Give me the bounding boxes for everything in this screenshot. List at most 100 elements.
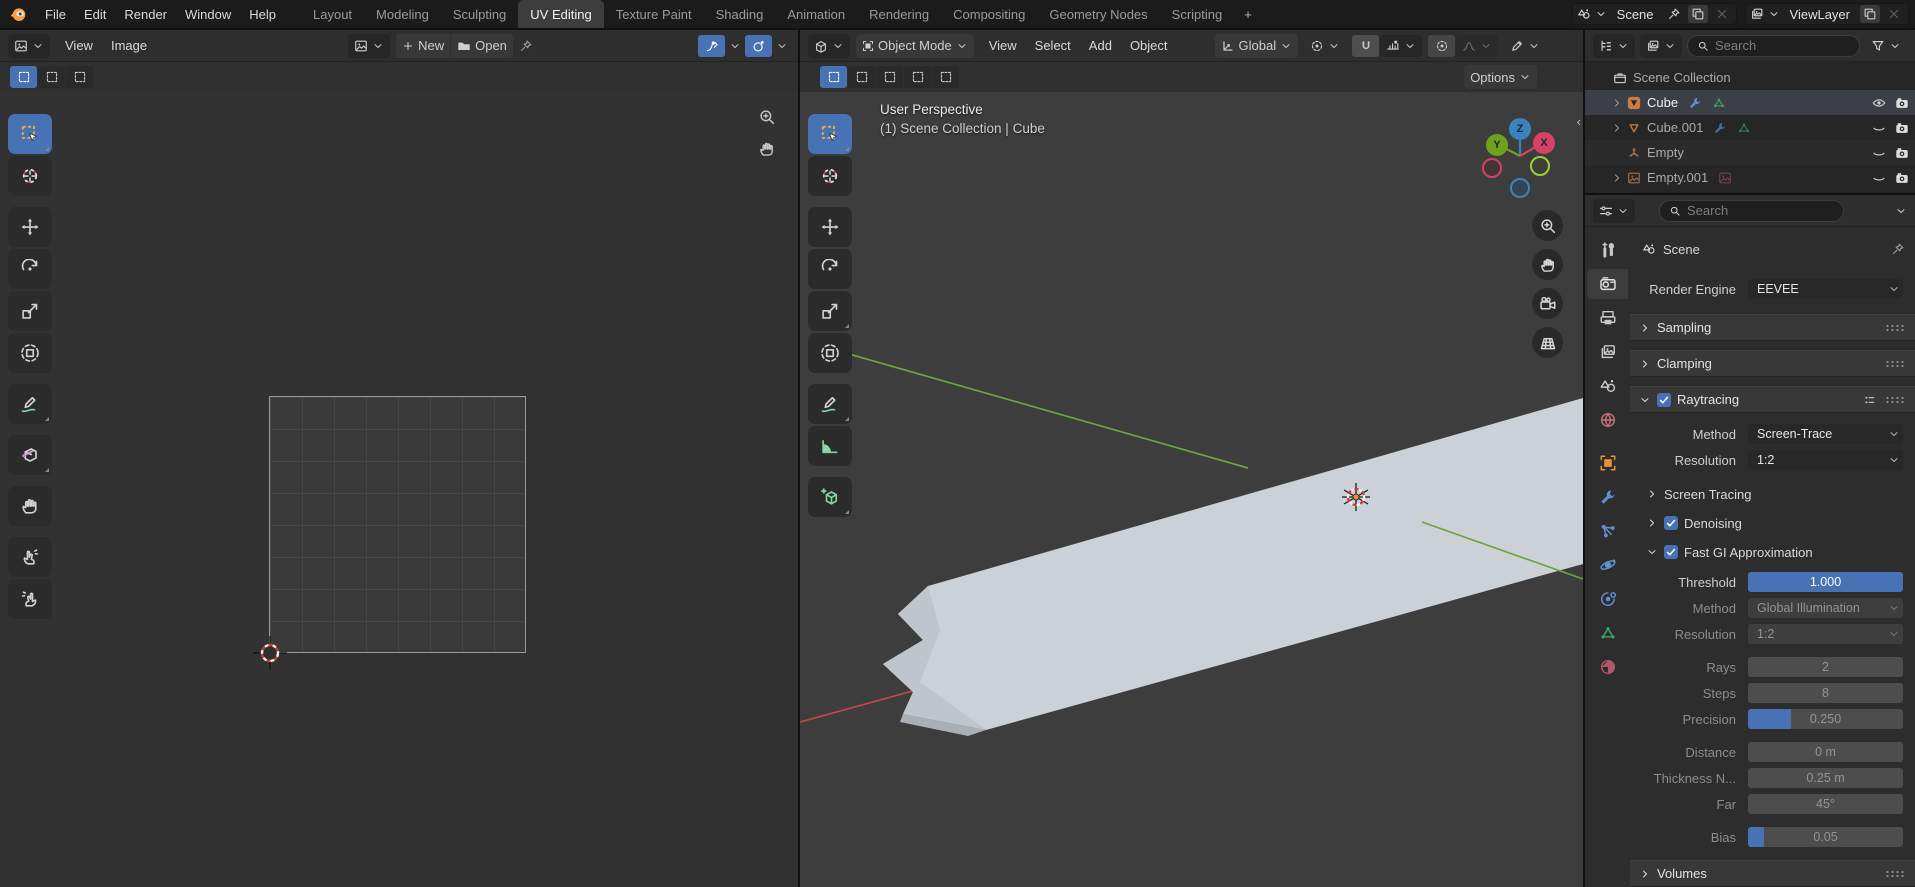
outliner-search[interactable]	[1687, 35, 1860, 57]
workspace-tab-shading[interactable]: Shading	[704, 0, 776, 28]
render-engine-dropdown[interactable]: EEVEE	[1748, 279, 1903, 299]
viewport-select-mode-subtract[interactable]	[876, 66, 903, 88]
viewport-tool-rotate[interactable]	[808, 249, 852, 289]
viewport-tool-measure[interactable]	[808, 426, 852, 466]
expand-arrow-icon[interactable]	[1610, 97, 1624, 109]
eye-closed-icon[interactable]	[1872, 171, 1886, 185]
editor-type-button[interactable]	[1593, 34, 1635, 58]
menu-edit[interactable]: Edit	[75, 3, 115, 26]
raytracing-resolution-dropdown[interactable]: 1:2	[1748, 450, 1903, 470]
panel-sampling[interactable]: Sampling	[1630, 314, 1915, 341]
gizmo-axis-z-neg[interactable]	[1510, 178, 1530, 198]
zoom-icon[interactable]	[1532, 210, 1563, 241]
viewport-select-mode-invert[interactable]	[904, 66, 931, 88]
eye-closed-icon[interactable]	[1872, 146, 1886, 160]
editor-type-button[interactable]	[808, 34, 850, 58]
uv-menu-image[interactable]: Image	[102, 34, 156, 57]
falloff-dropdown[interactable]	[1456, 35, 1498, 57]
camera-view-icon[interactable]	[1532, 288, 1563, 319]
zoom-icon[interactable]	[758, 108, 776, 126]
editor-type-button[interactable]	[8, 34, 50, 58]
outliner-item-label[interactable]: Empty.001	[1647, 170, 1708, 185]
pin-icon[interactable]	[1664, 5, 1684, 23]
delete-scene-button[interactable]	[1712, 5, 1732, 23]
render-visibility-camera-icon[interactable]	[1895, 121, 1909, 135]
viewlayer-name[interactable]: ViewLayer	[1784, 7, 1856, 22]
uv-tool-annotate[interactable]	[8, 384, 52, 424]
properties-tab-material[interactable]	[1587, 652, 1628, 682]
properties-tab-tool[interactable]	[1587, 235, 1628, 265]
workspace-tab-sculpting[interactable]: Sculpting	[441, 0, 518, 28]
chevron-down-icon[interactable]	[1895, 205, 1907, 217]
workspace-tab-compositing[interactable]: Compositing	[941, 0, 1037, 28]
raytracing-checkbox[interactable]	[1657, 393, 1671, 407]
properties-tab-object-data[interactable]	[1587, 618, 1628, 648]
outliner-row-scene collection[interactable]: Scene Collection	[1585, 65, 1915, 90]
pin-icon[interactable]	[1891, 242, 1905, 256]
viewport-scene[interactable]	[800, 30, 1583, 887]
menu-window[interactable]: Window	[176, 3, 240, 26]
expand-arrow-icon[interactable]	[1610, 122, 1624, 134]
properties-tab-render[interactable]	[1587, 269, 1628, 299]
menu-file[interactable]: File	[36, 3, 75, 26]
uv-tool-pinch[interactable]	[8, 579, 52, 619]
properties-tab-object[interactable]	[1587, 448, 1628, 478]
outliner-row-empty-001[interactable]: Empty.001	[1585, 165, 1915, 190]
properties-tab-scene[interactable]	[1587, 371, 1628, 401]
properties-search[interactable]	[1659, 200, 1844, 222]
uv-tool-grab[interactable]	[8, 486, 52, 526]
properties-tab-output[interactable]	[1587, 303, 1628, 333]
outliner-item-label[interactable]: Scene Collection	[1633, 70, 1731, 85]
mode-dropdown[interactable]: Object Mode	[856, 34, 974, 58]
uv-select-mode-subtract[interactable]	[66, 66, 93, 88]
viewport-menu-view[interactable]: View	[980, 34, 1026, 57]
properties-tab-world[interactable]	[1587, 405, 1628, 435]
filter-dropdown[interactable]	[1865, 34, 1907, 58]
workspace-tab-scripting[interactable]: Scripting	[1160, 0, 1235, 28]
pin-icon[interactable]	[519, 39, 533, 53]
gizmo-axis-z[interactable]: Z	[1509, 118, 1531, 140]
uv-tool-rip-region[interactable]	[8, 435, 52, 475]
render-visibility-camera-icon[interactable]	[1895, 96, 1909, 110]
presets-list-icon[interactable]	[1863, 393, 1877, 407]
denoising-checkbox[interactable]	[1664, 516, 1678, 530]
viewport-menu-object[interactable]: Object	[1121, 34, 1177, 57]
copy-viewlayer-button[interactable]	[1860, 5, 1880, 23]
panel-volumes[interactable]: Volumes	[1630, 860, 1915, 887]
render-visibility-camera-icon[interactable]	[1895, 146, 1909, 160]
proportional-edit-toggle[interactable]	[745, 35, 772, 57]
workspace-tab-texture-paint[interactable]: Texture Paint	[604, 0, 704, 28]
bias-slider[interactable]: 0.05	[1748, 827, 1903, 847]
gizmo-axis-y-neg[interactable]	[1530, 156, 1550, 176]
steps-number-field[interactable]: 8	[1748, 683, 1903, 703]
uv-select-mode-box[interactable]	[10, 66, 37, 88]
viewport-menu-select[interactable]: Select	[1026, 34, 1080, 57]
uv-menu-view[interactable]: View	[56, 34, 102, 57]
panel-grip[interactable]	[1885, 360, 1906, 368]
workspace-tab-geometry-nodes[interactable]: Geometry Nodes	[1037, 0, 1159, 28]
annotation-tool-dropdown[interactable]	[1504, 34, 1546, 58]
delete-viewlayer-button[interactable]	[1884, 5, 1904, 23]
viewport-tool-cursor[interactable]	[808, 156, 852, 196]
thickness n...-number-field[interactable]: 0.25 m	[1748, 768, 1903, 788]
workspace-tab-animation[interactable]: Animation	[775, 0, 857, 28]
browse-image-button[interactable]	[348, 34, 390, 58]
workspace-tab-uv-editing[interactable]: UV Editing	[518, 0, 603, 28]
viewport-tool-add-cube[interactable]	[808, 477, 852, 517]
workspace-tab-rendering[interactable]: Rendering	[857, 0, 941, 28]
fast-gi-checkbox[interactable]	[1664, 545, 1678, 559]
options-dropdown[interactable]: Options	[1464, 65, 1537, 89]
gizmo-axis-x-neg[interactable]	[1482, 158, 1502, 178]
viewport-select-mode-intersect[interactable]	[932, 66, 959, 88]
chevron-down-icon[interactable]	[727, 35, 743, 57]
uv-tool-box-select[interactable]	[8, 114, 52, 154]
outliner-item-label[interactable]: Empty	[1647, 145, 1684, 160]
far-number-field[interactable]: 45°	[1748, 794, 1903, 814]
workspace-tab-layout[interactable]: Layout	[301, 0, 364, 28]
outliner-search-input[interactable]	[1715, 38, 1850, 53]
orthographic-toggle-icon[interactable]	[1532, 327, 1563, 358]
blender-logo-icon[interactable]	[0, 5, 36, 23]
viewport-tool-box-select[interactable]	[808, 114, 852, 154]
viewport-tool-transform[interactable]	[808, 333, 852, 373]
viewport-select-mode-box[interactable]	[820, 66, 847, 88]
